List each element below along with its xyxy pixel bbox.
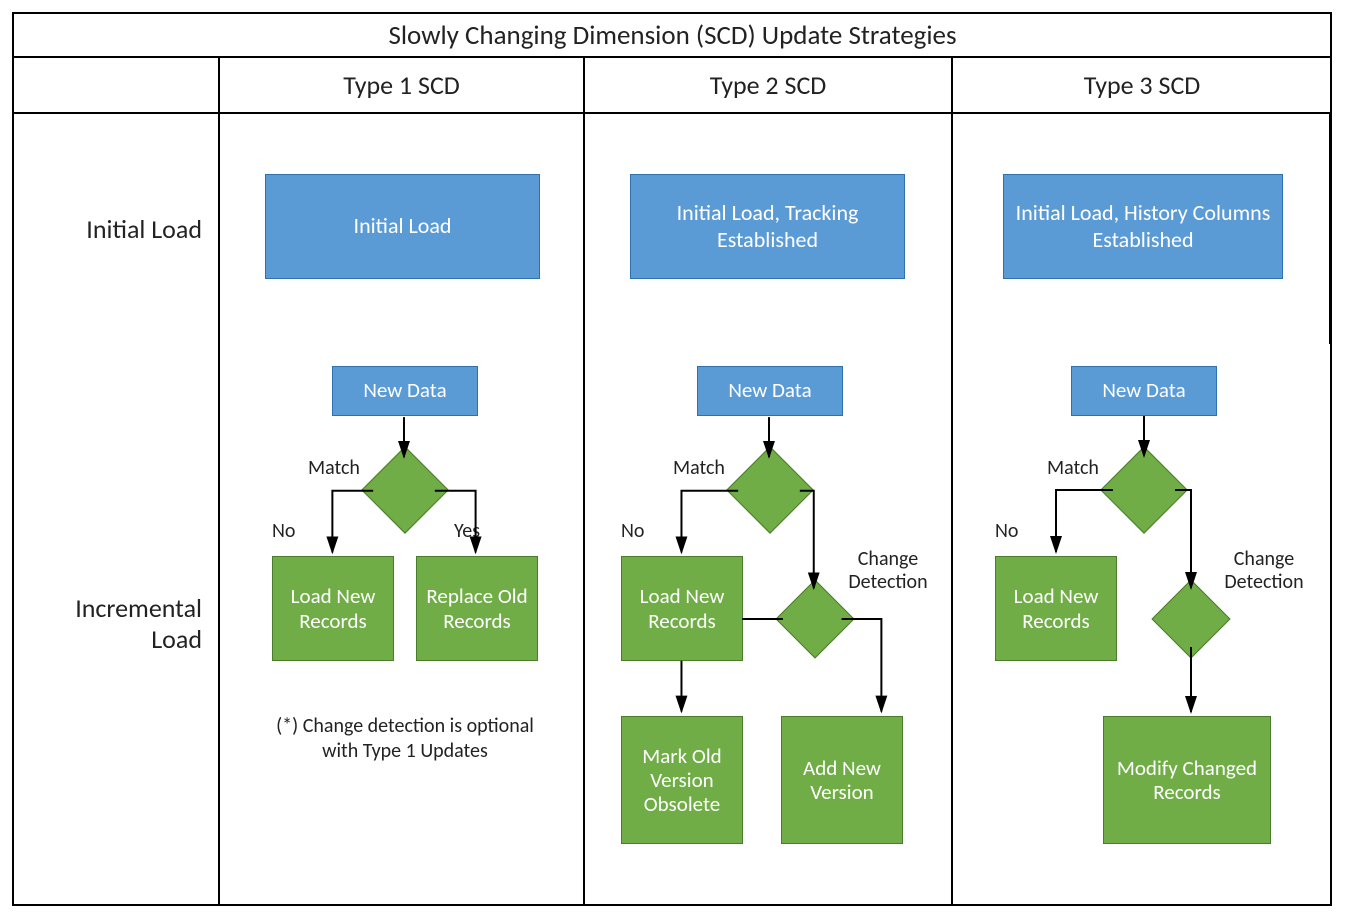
- box-initial-load-t1: Initial Load: [265, 174, 540, 279]
- box-initial-load-t2: Initial Load, Tracking Established: [630, 174, 905, 279]
- scd-diagram: Slowly Changing Dimension (SCD) Update S…: [12, 12, 1332, 906]
- label-change-t3: Change Detection: [1219, 548, 1309, 594]
- label-change-t2: Change Detection: [843, 548, 933, 594]
- label-match-t1: Match: [308, 457, 360, 480]
- row-label-incremental: IncrementalLoad: [14, 344, 220, 904]
- box-load-new-t3: Load New Records: [995, 556, 1117, 661]
- label-no-t3: No: [995, 520, 1018, 543]
- header-type1: Type 1 SCD: [220, 58, 585, 114]
- diagram-title: Slowly Changing Dimension (SCD) Update S…: [14, 14, 1331, 58]
- label-yes-t1: Yes: [454, 520, 480, 543]
- cell-initial-type1: Initial Load: [220, 114, 585, 344]
- box-replace-old-t1: Replace Old Records: [416, 556, 538, 661]
- decision-match-t1: [374, 459, 436, 521]
- cell-incremental-type1: New Data Match No Yes Load New Records R…: [220, 344, 585, 904]
- box-initial-load-t3: Initial Load, History Columns Establishe…: [1003, 174, 1283, 279]
- row-label-incremental-text: IncrementalLoad: [75, 593, 202, 655]
- box-mark-obsolete-t2: Mark Old Version Obsolete: [621, 716, 743, 844]
- decision-change-t3: [1163, 591, 1219, 647]
- cell-initial-type3: Initial Load, History Columns Establishe…: [953, 114, 1331, 344]
- box-newdata-t2: New Data: [697, 366, 843, 416]
- decision-change-t2: [787, 591, 843, 647]
- box-newdata-t1: New Data: [332, 366, 478, 416]
- footnote-t1: (*) Change detection is optional with Ty…: [275, 714, 535, 764]
- decision-match-t2: [739, 459, 801, 521]
- row-label-initial: Initial Load: [14, 114, 220, 344]
- cell-incremental-type3: New Data Match No Load New Records Chang…: [953, 344, 1331, 904]
- header-type3: Type 3 SCD: [953, 58, 1331, 114]
- box-newdata-t3: New Data: [1071, 366, 1217, 416]
- label-match-t3: Match: [1047, 457, 1099, 480]
- box-modify-changed-t3: Modify Changed Records: [1103, 716, 1271, 844]
- label-no-t1: No: [272, 520, 295, 543]
- decision-match-t3: [1113, 459, 1175, 521]
- box-load-new-t2: Load New Records: [621, 556, 743, 661]
- cell-initial-type2: Initial Load, Tracking Established: [585, 114, 953, 344]
- label-no-t2: No: [621, 520, 644, 543]
- label-match-t2: Match: [673, 457, 725, 480]
- box-load-new-t1: Load New Records: [272, 556, 394, 661]
- cell-incremental-type2: New Data Match No Load New Records Chang…: [585, 344, 953, 904]
- box-add-version-t2: Add New Version: [781, 716, 903, 844]
- header-blank: [14, 58, 220, 114]
- header-type2: Type 2 SCD: [585, 58, 953, 114]
